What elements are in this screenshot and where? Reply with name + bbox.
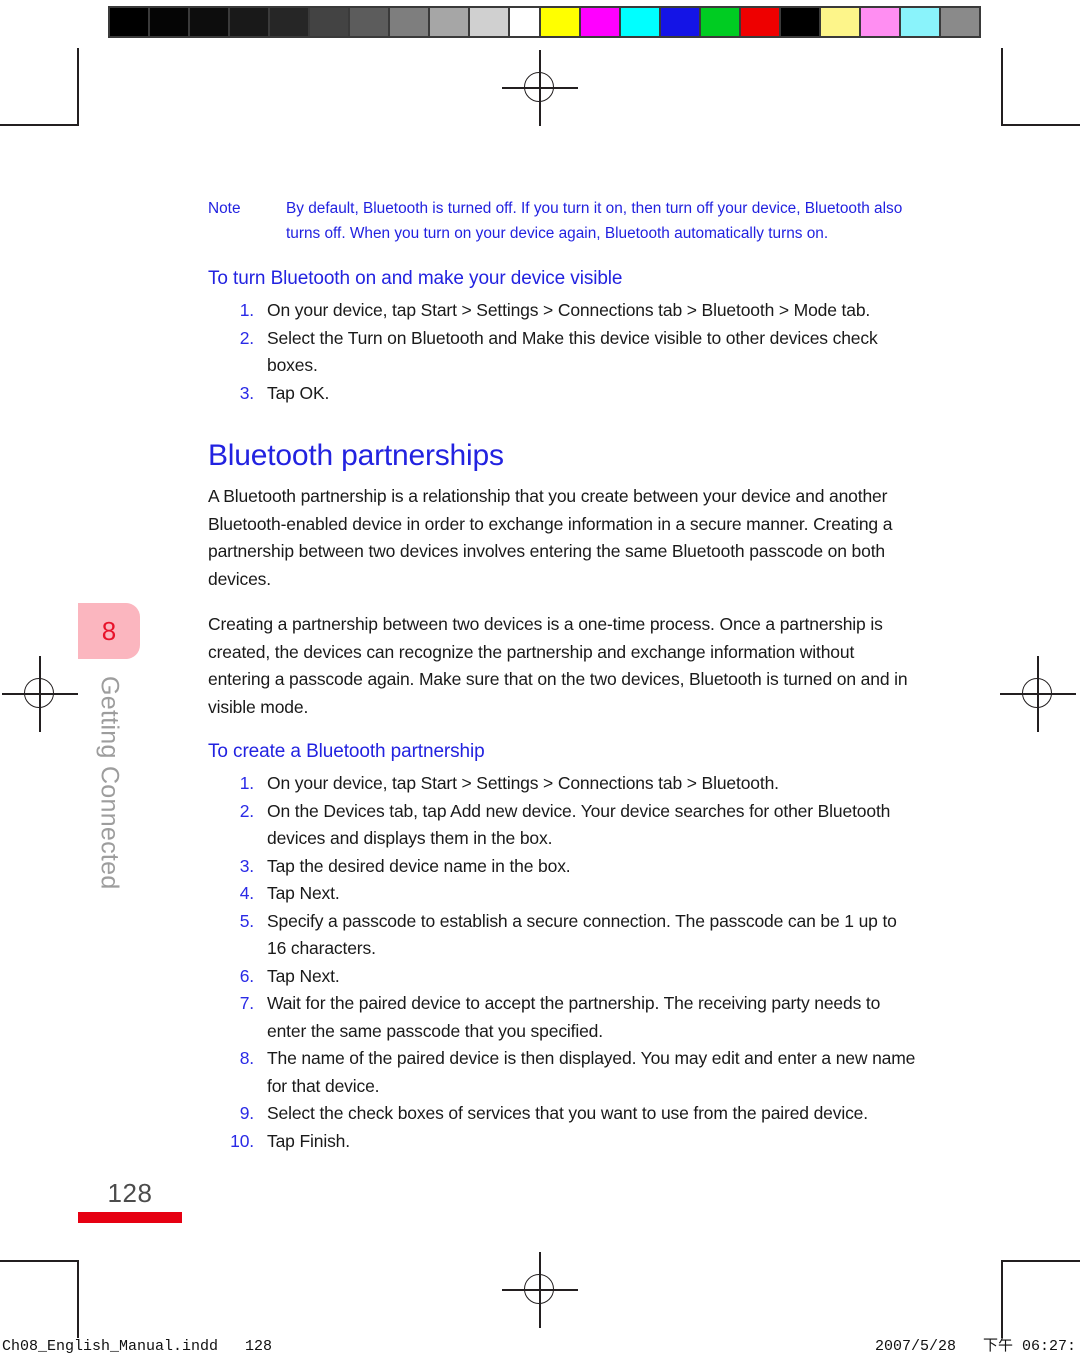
list-item-number: 2.	[239, 327, 254, 348]
list-item-text: Tap Finish.	[267, 1130, 350, 1151]
gray-patch-2	[190, 8, 228, 36]
list-item-text: Tap the desired device name in the box.	[267, 855, 571, 876]
list-item: 8. The name of the paired device is then …	[208, 1045, 920, 1100]
note-label: Note	[208, 200, 241, 217]
color-patch-7	[821, 8, 859, 36]
list-item-text: Select the Turn on Bluetooth and Make th…	[267, 327, 878, 376]
list-item-number: 2.	[239, 800, 254, 821]
list-item: 5. Specify a passcode to establish a secu…	[208, 908, 920, 963]
crop-mark-top-left	[0, 0, 150, 150]
crop-mark-top-right	[930, 0, 1080, 150]
color-patch-6	[781, 8, 819, 36]
color-calibration-strip	[539, 6, 981, 38]
color-patch-3	[661, 8, 699, 36]
color-patch-4	[701, 8, 739, 36]
list-item: 1. On your device, tap Start > Settings >…	[208, 770, 920, 798]
registration-mark-top	[502, 50, 578, 126]
list-item: 2. On the Devices tab, tap Add new device…	[208, 798, 920, 853]
note-block: Note By default, Bluetooth is turned off…	[208, 196, 920, 246]
list-item: 1. On your device, tap Start > Settings >…	[208, 297, 920, 325]
grayscale-calibration-strip	[108, 6, 550, 38]
list-item-text: On your device, tap Start > Settings > C…	[267, 300, 871, 320]
page-number-block: 128	[78, 1178, 182, 1223]
list-item-text: Specify a passcode to establish a secure…	[267, 910, 897, 959]
list-item-number: 3.	[239, 382, 254, 403]
list-item-number: 8.	[239, 1048, 254, 1068]
steps-list-visible: 1. On your device, tap Start > Settings >…	[208, 297, 920, 407]
page-number-rule	[78, 1212, 182, 1223]
list-item: 2. Select the Turn on Bluetooth and Make …	[208, 325, 920, 380]
list-item-number: 10.	[230, 1130, 254, 1151]
paragraph-partnership-definition: A Bluetooth partnership is a relationshi…	[208, 486, 893, 589]
list-item-number: 1.	[239, 773, 254, 793]
color-patch-8	[861, 8, 899, 36]
heading-turn-bluetooth-on: To turn Bluetooth on and make your devic…	[208, 268, 623, 289]
list-item-text: On the Devices tab, tap Add new device. …	[267, 800, 891, 849]
gray-patch-1	[150, 8, 188, 36]
list-item: 10. Tap Finish.	[208, 1128, 920, 1156]
color-patch-2	[621, 8, 659, 36]
list-item: 3. Tap the desired device name in the box…	[208, 853, 920, 881]
paragraph-partnership-onetime: Creating a partnership between two devic…	[208, 614, 908, 717]
page-title: Bluetooth partnerships	[208, 439, 504, 472]
registration-mark-left	[2, 656, 78, 732]
registration-mark-right	[1000, 656, 1076, 732]
page-content: Note By default, Bluetooth is turned off…	[208, 196, 920, 1163]
list-item-text: Tap Next.	[267, 965, 340, 986]
list-item-number: 9.	[239, 1103, 254, 1123]
gray-patch-4	[270, 8, 308, 36]
list-item-text: On your device, tap Start > Settings > C…	[267, 773, 779, 793]
gray-patch-3	[230, 8, 268, 36]
gray-patch-5	[310, 8, 348, 36]
list-item-text: Wait for the paired device to accept the…	[267, 993, 881, 1041]
list-item-number: 3.	[239, 855, 254, 876]
page-number-value: 128	[107, 1178, 153, 1208]
gray-patch-7	[390, 8, 428, 36]
chapter-tab: 8	[78, 603, 140, 659]
gray-patch-8	[430, 8, 468, 36]
list-item: 3. Tap OK.	[208, 380, 920, 408]
chapter-number: 8	[101, 616, 117, 646]
list-item-text: The name of the paired device is then di…	[267, 1048, 916, 1096]
chapter-name-vertical: Getting Connected	[78, 676, 140, 926]
list-item-text: Select the check boxes of services that …	[267, 1103, 868, 1123]
steps-list-partnership: 1. On your device, tap Start > Settings >…	[208, 770, 920, 1155]
gray-patch-6	[350, 8, 388, 36]
list-item-number: 7.	[239, 993, 254, 1013]
list-item-number: 6.	[239, 965, 254, 986]
gray-patch-9	[470, 8, 508, 36]
list-item-text: Tap Next.	[267, 883, 340, 903]
list-item-number: 4.	[239, 883, 254, 903]
chapter-name-label: Getting Connected	[95, 676, 124, 890]
color-patch-5	[741, 8, 779, 36]
list-item: 7. Wait for the paired device to accept t…	[208, 990, 920, 1045]
list-item-number: 5.	[239, 910, 254, 931]
scan-footer-filename: Ch08_English_Manual.indd 128	[2, 1338, 273, 1355]
list-item: 4. Tap Next.	[208, 880, 920, 908]
list-item-number: 1.	[239, 300, 254, 320]
list-item: 6. Tap Next.	[208, 963, 920, 991]
scan-footer-timestamp: 2007/5/28 下午 06:27:	[874, 1338, 1076, 1355]
note-text: By default, Bluetooth is turned off. If …	[286, 200, 903, 242]
registration-mark-bottom	[502, 1252, 578, 1328]
color-patch-1	[581, 8, 619, 36]
color-patch-0	[541, 8, 579, 36]
list-item: 9. Select the check boxes of services tha…	[208, 1100, 920, 1128]
list-item-text: Tap OK.	[267, 382, 330, 403]
heading-create-partnership: To create a Bluetooth partnership	[208, 741, 485, 762]
